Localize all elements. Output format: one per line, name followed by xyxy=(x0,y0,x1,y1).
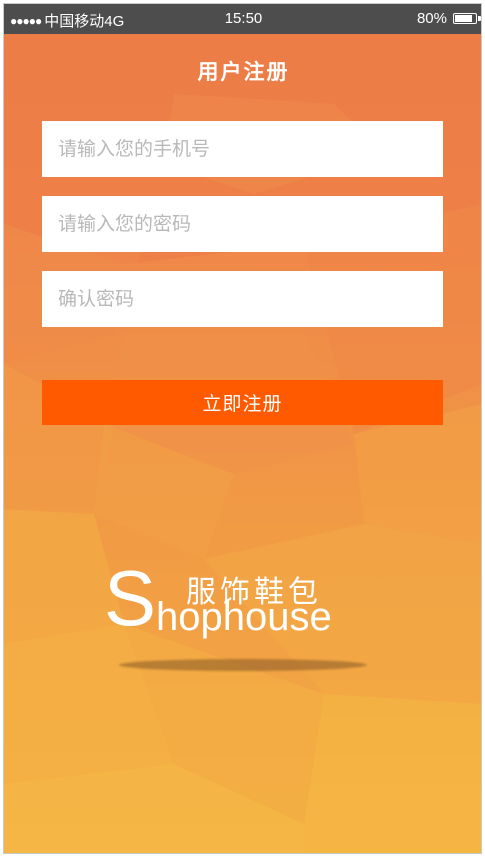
page-title: 用户注册 xyxy=(197,60,290,84)
clock: 15:50 xyxy=(224,10,263,27)
register-button[interactable]: 立即注册 xyxy=(42,380,443,425)
shophouse-logo: S 服饰鞋包 hophouse xyxy=(104,559,384,649)
logo-shadow xyxy=(119,659,367,671)
password-input[interactable] xyxy=(42,196,443,252)
logo-wordmark: hophouse xyxy=(156,595,332,639)
battery-percent: 80% xyxy=(416,10,447,27)
phone-input[interactable] xyxy=(42,121,443,177)
status-bar: ●●●●● 中国移动4G 15:50 80% xyxy=(4,4,481,34)
battery-info: 80% xyxy=(416,10,481,27)
confirm-password-input[interactable] xyxy=(42,271,443,327)
logo-initial: S xyxy=(104,554,157,642)
app-screen: ●●●●● 中国移动4G 15:50 80% 用户注册 立即注册 S 服饰鞋包 … xyxy=(3,3,482,854)
battery-icon xyxy=(453,13,481,24)
